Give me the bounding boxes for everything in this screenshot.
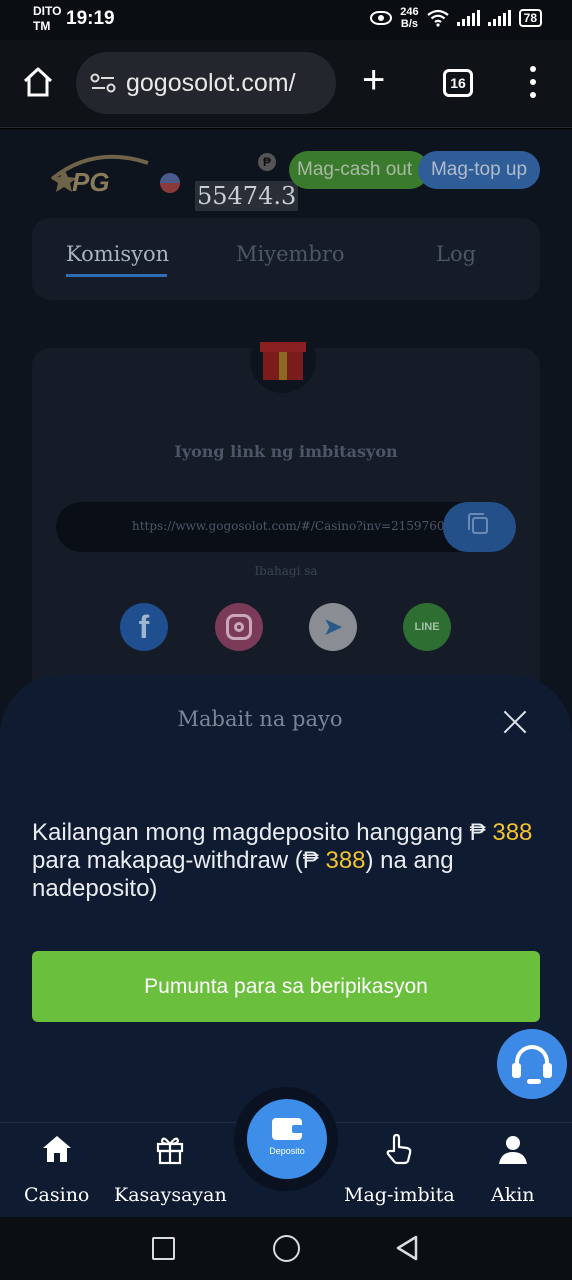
carrier-label: DITO TM: [33, 4, 61, 34]
active-tab-indicator: [66, 274, 167, 277]
net-speed: 246 B/s: [400, 6, 418, 30]
nav-item-kasaysayan[interactable]: Kasaysayan: [114, 1133, 227, 1206]
facebook-icon[interactable]: f: [120, 603, 168, 651]
tab-bar: Komisyon Miyembro Log: [32, 218, 540, 300]
gift-icon: [260, 342, 306, 380]
message-text: para makapag-withdraw (₱: [32, 847, 326, 874]
nav-item-mag-imbita[interactable]: Mag-imbita: [344, 1133, 455, 1206]
tab-miyembro[interactable]: Miyembro: [236, 242, 345, 266]
deposited-amount: 388: [325, 847, 366, 874]
modal-title: Mabait na payo: [177, 707, 343, 731]
share-label: Ibahagi sa: [254, 564, 318, 578]
user-icon: [498, 1136, 527, 1164]
deposit-button[interactable]: Deposito: [247, 1099, 327, 1179]
recents-icon[interactable]: [152, 1237, 175, 1260]
more-vert-icon[interactable]: [528, 66, 538, 98]
gift-icon: [157, 1137, 184, 1165]
logo-text: PG: [72, 167, 110, 197]
deposit-label: Deposito: [269, 1146, 305, 1156]
flag-icon: [160, 173, 180, 193]
message-text: Kailangan mong magdeposito hanggang ₱: [32, 819, 493, 846]
nav-item-akin[interactable]: Akin: [491, 1133, 535, 1206]
tabs-icon[interactable]: 16: [443, 69, 473, 97]
status-icons: 246 B/s 78: [370, 6, 542, 30]
net-speed-value: 246: [400, 6, 419, 18]
nav-label-mag-imbita: Mag-imbita: [344, 1184, 455, 1206]
home-icon[interactable]: [22, 66, 54, 98]
browser-toolbar: gogosolot.com/ + 16: [0, 40, 572, 128]
balance-value: 55474.3: [195, 181, 299, 211]
advice-modal: Mabait na payo Kailangan mong magdeposit…: [0, 675, 572, 1122]
nav-label-akin: Akin: [491, 1184, 535, 1206]
site-info-icon[interactable]: [90, 72, 116, 94]
instagram-icon[interactable]: [215, 603, 263, 651]
home-icon: [42, 1136, 71, 1162]
telegram-icon[interactable]: ➤: [309, 603, 357, 651]
support-headset-button[interactable]: [497, 1029, 567, 1099]
carrier-line2: TM: [33, 19, 51, 33]
android-nav-bar: [0, 1217, 572, 1280]
nav-label-casino: Casino: [24, 1184, 90, 1206]
cashout-button[interactable]: Mag-cash out: [289, 151, 429, 189]
url-text: gogosolot.com/: [126, 68, 296, 97]
copy-link-button[interactable]: [443, 502, 516, 552]
status-time: 19:19: [66, 8, 115, 29]
eye-icon: [370, 11, 393, 25]
carrier-line1: DITO: [33, 4, 62, 18]
signal-icon: [487, 10, 511, 26]
hand-pointer-icon: [386, 1133, 412, 1165]
invite-link-text: https://www.gogosolot.com/#/Casino?inv=2…: [132, 519, 445, 533]
nav-label-kasaysayan: Kasaysayan: [114, 1184, 227, 1206]
wallet-icon: [272, 1118, 302, 1140]
bottom-nav: Casino Kasaysayan Deposito Mag-imbita Ak…: [0, 1087, 572, 1217]
status-bar: DITO TM 19:19 246 B/s 78: [0, 0, 572, 40]
net-speed-unit: B/s: [400, 18, 419, 30]
tab-komisyon[interactable]: Komisyon: [66, 242, 169, 266]
required-deposit-amount: 388: [492, 819, 533, 846]
wifi-icon: [426, 9, 449, 27]
battery-icon: 78: [518, 9, 542, 27]
close-icon[interactable]: [502, 709, 528, 735]
modal-message: Kailangan mong magdeposito hanggang ₱ 38…: [32, 819, 542, 903]
back-icon[interactable]: [394, 1235, 420, 1261]
currency-badge: ₱: [258, 153, 276, 171]
plus-icon[interactable]: +: [362, 60, 385, 100]
nav-item-casino[interactable]: Casino: [24, 1133, 89, 1206]
invite-title: Iyong link ng imbitasyon: [174, 442, 398, 461]
address-bar[interactable]: gogosolot.com/: [76, 52, 336, 114]
topup-button[interactable]: Mag-top up: [418, 151, 540, 189]
copy-icon: [468, 513, 488, 534]
verification-button[interactable]: Pumunta para sa beripikasyon: [32, 951, 540, 1022]
invite-link-field[interactable]: https://www.gogosolot.com/#/Casino?inv=2…: [56, 502, 516, 552]
line-icon[interactable]: LINE: [403, 603, 451, 651]
tab-log[interactable]: Log: [436, 242, 476, 266]
home-circle-icon[interactable]: [273, 1235, 300, 1262]
signal-icon: [456, 10, 480, 26]
